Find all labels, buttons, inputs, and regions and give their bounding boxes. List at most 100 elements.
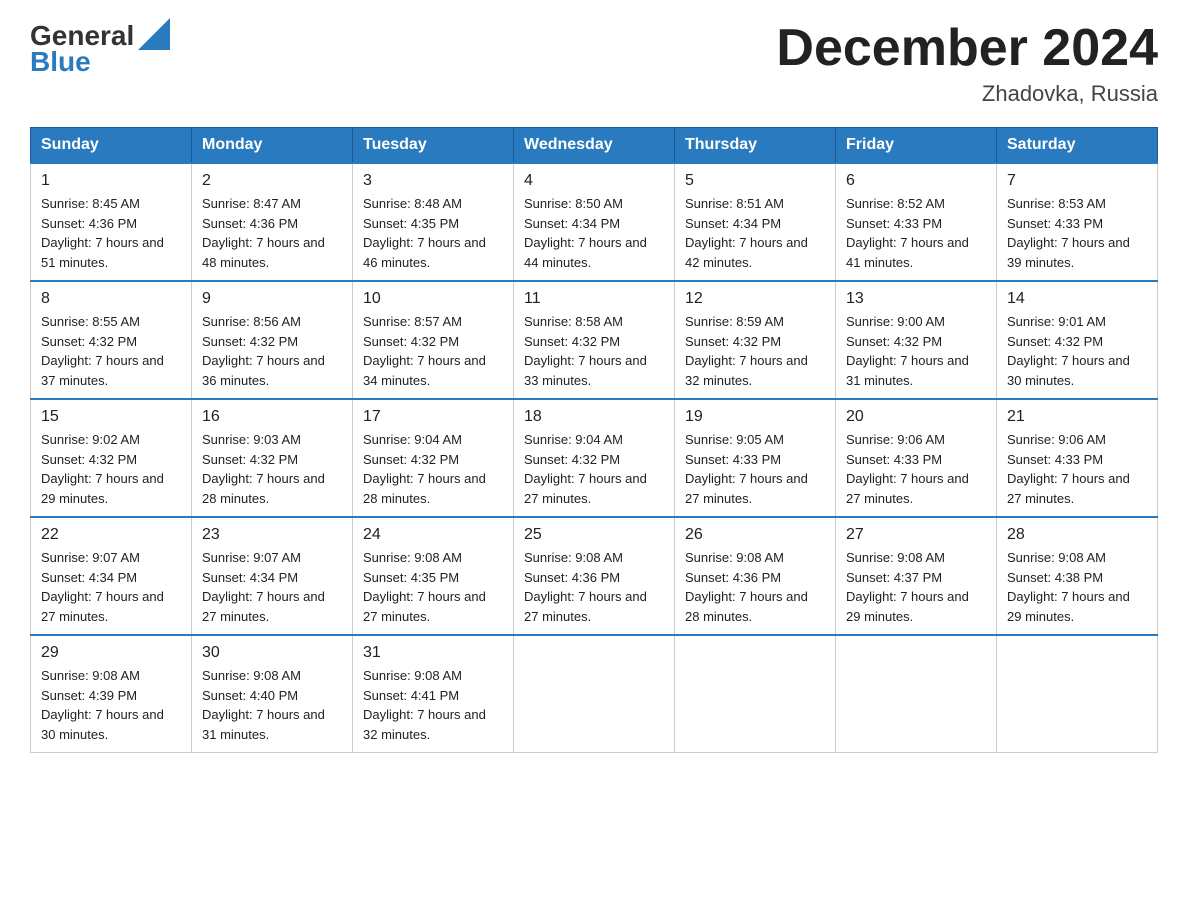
title-block: December 2024 Zhadovka, Russia xyxy=(776,20,1158,107)
sunset-label: Sunset: 4:41 PM xyxy=(363,688,459,703)
daylight-label: Daylight: 7 hours and 27 minutes. xyxy=(1007,471,1130,506)
calendar-week-row: 22 Sunrise: 9:07 AM Sunset: 4:34 PM Dayl… xyxy=(31,517,1158,635)
day-info: Sunrise: 8:50 AM Sunset: 4:34 PM Dayligh… xyxy=(524,194,664,272)
sunset-label: Sunset: 4:32 PM xyxy=(363,452,459,467)
day-number: 13 xyxy=(846,290,986,308)
daylight-label: Daylight: 7 hours and 27 minutes. xyxy=(846,471,969,506)
table-row: 5 Sunrise: 8:51 AM Sunset: 4:34 PM Dayli… xyxy=(675,163,836,281)
day-info: Sunrise: 9:04 AM Sunset: 4:32 PM Dayligh… xyxy=(363,430,503,508)
sunrise-label: Sunrise: 8:53 AM xyxy=(1007,196,1106,211)
day-number: 19 xyxy=(685,408,825,426)
header-row: Sunday Monday Tuesday Wednesday Thursday… xyxy=(31,128,1158,164)
sunset-label: Sunset: 4:32 PM xyxy=(524,334,620,349)
day-info: Sunrise: 9:08 AM Sunset: 4:35 PM Dayligh… xyxy=(363,548,503,626)
table-row: 20 Sunrise: 9:06 AM Sunset: 4:33 PM Dayl… xyxy=(836,399,997,517)
sunrise-label: Sunrise: 9:08 AM xyxy=(685,550,784,565)
day-info: Sunrise: 8:52 AM Sunset: 4:33 PM Dayligh… xyxy=(846,194,986,272)
daylight-label: Daylight: 7 hours and 29 minutes. xyxy=(846,589,969,624)
table-row xyxy=(675,635,836,753)
col-wednesday: Wednesday xyxy=(514,128,675,164)
sunset-label: Sunset: 4:33 PM xyxy=(685,452,781,467)
day-number: 23 xyxy=(202,526,342,544)
sunset-label: Sunset: 4:33 PM xyxy=(846,452,942,467)
daylight-label: Daylight: 7 hours and 51 minutes. xyxy=(41,235,164,270)
day-info: Sunrise: 8:48 AM Sunset: 4:35 PM Dayligh… xyxy=(363,194,503,272)
sunset-label: Sunset: 4:32 PM xyxy=(202,452,298,467)
day-number: 17 xyxy=(363,408,503,426)
day-info: Sunrise: 8:59 AM Sunset: 4:32 PM Dayligh… xyxy=(685,312,825,390)
col-thursday: Thursday xyxy=(675,128,836,164)
daylight-label: Daylight: 7 hours and 48 minutes. xyxy=(202,235,325,270)
day-info: Sunrise: 9:08 AM Sunset: 4:38 PM Dayligh… xyxy=(1007,548,1147,626)
sunset-label: Sunset: 4:33 PM xyxy=(1007,216,1103,231)
col-monday: Monday xyxy=(192,128,353,164)
table-row: 16 Sunrise: 9:03 AM Sunset: 4:32 PM Dayl… xyxy=(192,399,353,517)
table-row xyxy=(836,635,997,753)
sunset-label: Sunset: 4:36 PM xyxy=(685,570,781,585)
sunrise-label: Sunrise: 9:04 AM xyxy=(363,432,462,447)
day-number: 11 xyxy=(524,290,664,308)
table-row: 30 Sunrise: 9:08 AM Sunset: 4:40 PM Dayl… xyxy=(192,635,353,753)
daylight-label: Daylight: 7 hours and 28 minutes. xyxy=(363,471,486,506)
month-title: December 2024 xyxy=(776,20,1158,77)
calendar-header: Sunday Monday Tuesday Wednesday Thursday… xyxy=(31,128,1158,164)
table-row: 15 Sunrise: 9:02 AM Sunset: 4:32 PM Dayl… xyxy=(31,399,192,517)
daylight-label: Daylight: 7 hours and 37 minutes. xyxy=(41,353,164,388)
day-number: 5 xyxy=(685,172,825,190)
sunrise-label: Sunrise: 8:48 AM xyxy=(363,196,462,211)
day-info: Sunrise: 9:08 AM Sunset: 4:37 PM Dayligh… xyxy=(846,548,986,626)
sunrise-label: Sunrise: 9:01 AM xyxy=(1007,314,1106,329)
table-row: 3 Sunrise: 8:48 AM Sunset: 4:35 PM Dayli… xyxy=(353,163,514,281)
sunrise-label: Sunrise: 9:08 AM xyxy=(202,668,301,683)
day-info: Sunrise: 9:04 AM Sunset: 4:32 PM Dayligh… xyxy=(524,430,664,508)
daylight-label: Daylight: 7 hours and 33 minutes. xyxy=(524,353,647,388)
day-number: 27 xyxy=(846,526,986,544)
table-row: 21 Sunrise: 9:06 AM Sunset: 4:33 PM Dayl… xyxy=(997,399,1158,517)
table-row: 18 Sunrise: 9:04 AM Sunset: 4:32 PM Dayl… xyxy=(514,399,675,517)
day-info: Sunrise: 9:08 AM Sunset: 4:40 PM Dayligh… xyxy=(202,666,342,744)
day-number: 15 xyxy=(41,408,181,426)
col-sunday: Sunday xyxy=(31,128,192,164)
daylight-label: Daylight: 7 hours and 27 minutes. xyxy=(524,471,647,506)
day-info: Sunrise: 9:03 AM Sunset: 4:32 PM Dayligh… xyxy=(202,430,342,508)
sunrise-label: Sunrise: 9:06 AM xyxy=(846,432,945,447)
table-row: 27 Sunrise: 9:08 AM Sunset: 4:37 PM Dayl… xyxy=(836,517,997,635)
table-row: 2 Sunrise: 8:47 AM Sunset: 4:36 PM Dayli… xyxy=(192,163,353,281)
day-number: 29 xyxy=(41,644,181,662)
day-number: 12 xyxy=(685,290,825,308)
day-number: 18 xyxy=(524,408,664,426)
daylight-label: Daylight: 7 hours and 27 minutes. xyxy=(41,589,164,624)
sunrise-label: Sunrise: 9:06 AM xyxy=(1007,432,1106,447)
daylight-label: Daylight: 7 hours and 27 minutes. xyxy=(524,589,647,624)
sunset-label: Sunset: 4:39 PM xyxy=(41,688,137,703)
sunset-label: Sunset: 4:35 PM xyxy=(363,570,459,585)
sunrise-label: Sunrise: 9:07 AM xyxy=(41,550,140,565)
day-number: 2 xyxy=(202,172,342,190)
table-row: 19 Sunrise: 9:05 AM Sunset: 4:33 PM Dayl… xyxy=(675,399,836,517)
calendar-week-row: 8 Sunrise: 8:55 AM Sunset: 4:32 PM Dayli… xyxy=(31,281,1158,399)
day-info: Sunrise: 9:05 AM Sunset: 4:33 PM Dayligh… xyxy=(685,430,825,508)
day-info: Sunrise: 9:07 AM Sunset: 4:34 PM Dayligh… xyxy=(202,548,342,626)
table-row: 11 Sunrise: 8:58 AM Sunset: 4:32 PM Dayl… xyxy=(514,281,675,399)
calendar-week-row: 15 Sunrise: 9:02 AM Sunset: 4:32 PM Dayl… xyxy=(31,399,1158,517)
day-info: Sunrise: 8:57 AM Sunset: 4:32 PM Dayligh… xyxy=(363,312,503,390)
daylight-label: Daylight: 7 hours and 32 minutes. xyxy=(685,353,808,388)
day-info: Sunrise: 8:53 AM Sunset: 4:33 PM Dayligh… xyxy=(1007,194,1147,272)
day-info: Sunrise: 9:08 AM Sunset: 4:41 PM Dayligh… xyxy=(363,666,503,744)
table-row: 17 Sunrise: 9:04 AM Sunset: 4:32 PM Dayl… xyxy=(353,399,514,517)
day-number: 8 xyxy=(41,290,181,308)
table-row: 12 Sunrise: 8:59 AM Sunset: 4:32 PM Dayl… xyxy=(675,281,836,399)
sunset-label: Sunset: 4:37 PM xyxy=(846,570,942,585)
sunset-label: Sunset: 4:34 PM xyxy=(41,570,137,585)
sunset-label: Sunset: 4:32 PM xyxy=(1007,334,1103,349)
daylight-label: Daylight: 7 hours and 27 minutes. xyxy=(685,471,808,506)
sunrise-label: Sunrise: 9:07 AM xyxy=(202,550,301,565)
table-row xyxy=(997,635,1158,753)
table-row xyxy=(514,635,675,753)
sunset-label: Sunset: 4:34 PM xyxy=(202,570,298,585)
day-info: Sunrise: 9:00 AM Sunset: 4:32 PM Dayligh… xyxy=(846,312,986,390)
day-info: Sunrise: 9:08 AM Sunset: 4:36 PM Dayligh… xyxy=(524,548,664,626)
calendar-week-row: 1 Sunrise: 8:45 AM Sunset: 4:36 PM Dayli… xyxy=(31,163,1158,281)
day-info: Sunrise: 8:47 AM Sunset: 4:36 PM Dayligh… xyxy=(202,194,342,272)
day-number: 28 xyxy=(1007,526,1147,544)
